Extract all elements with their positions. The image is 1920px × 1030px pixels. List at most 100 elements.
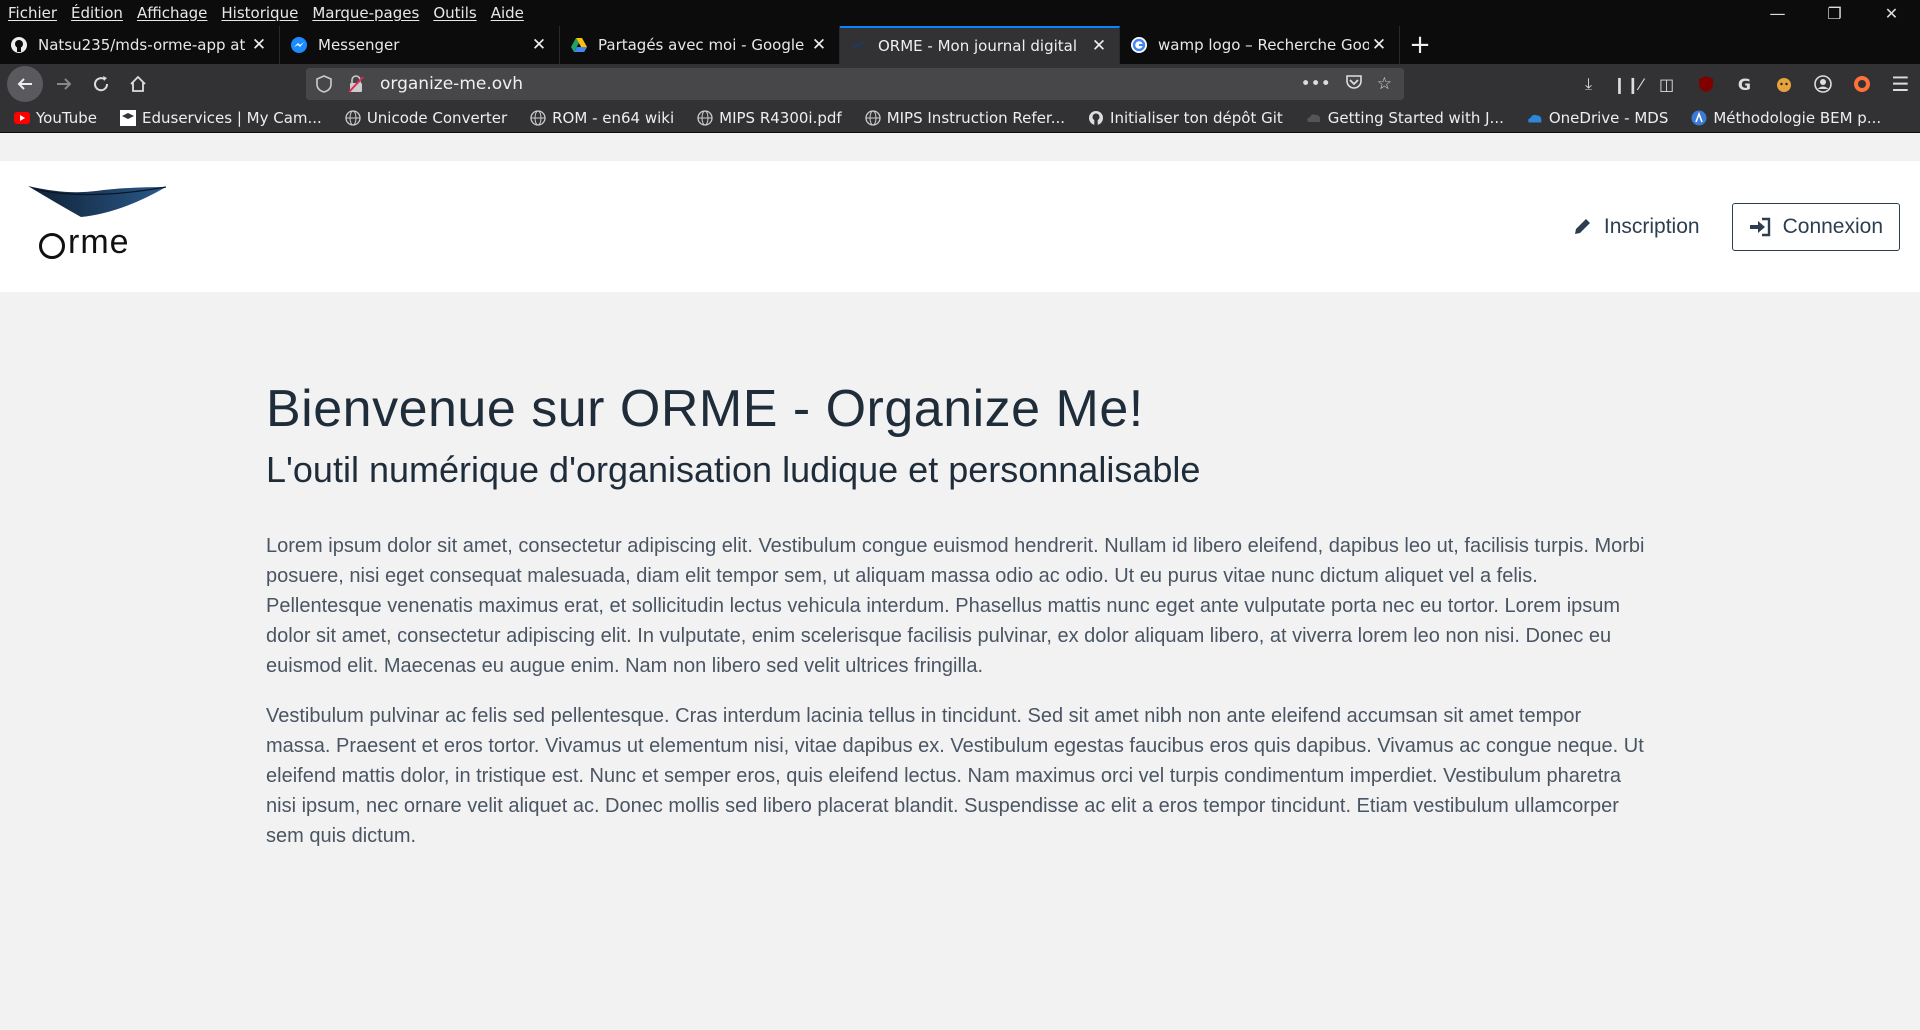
fox-extension-icon[interactable] <box>1764 75 1803 93</box>
github-icon <box>10 36 28 54</box>
library-icon[interactable]: ❙❙⁄ <box>1608 75 1647 94</box>
bookmark-item[interactable]: Initialiser ton dépôt Git <box>1074 109 1292 127</box>
tab-google-search[interactable]: wamp logo – Recherche Googl ✕ <box>1120 26 1400 64</box>
globe-icon <box>345 110 361 126</box>
tab-github[interactable]: Natsu235/mds-orme-app at m ✕ <box>0 26 280 64</box>
menu-marque-pages[interactable]: Marque-pages <box>305 4 426 22</box>
bookmark-item[interactable]: Eduservices | My Cam... <box>106 109 331 127</box>
sign-in-icon <box>1749 217 1771 237</box>
reload-icon <box>94 76 109 92</box>
tab-title: ORME - Mon journal digital <box>878 37 1077 55</box>
intro-paragraph: Lorem ipsum dolor sit amet, consectetur … <box>266 535 1645 678</box>
bookmark-label: YouTube <box>36 109 97 127</box>
github-icon <box>1088 110 1104 126</box>
web-page: rme Inscription Connexion Bienvenue sur … <box>0 161 1920 1030</box>
bookmark-item[interactable]: Méthodologie BEM p... <box>1677 109 1890 127</box>
globe-icon <box>530 110 546 126</box>
firefox-monitor-icon[interactable] <box>1842 75 1881 93</box>
bookmark-star-icon[interactable]: ☆ <box>1377 74 1392 94</box>
register-link[interactable]: Inscription <box>1552 204 1720 250</box>
youtube-icon <box>14 110 30 126</box>
shield-icon[interactable] <box>316 75 338 93</box>
bookmark-item[interactable]: Getting Started with J... <box>1292 109 1513 127</box>
bookmark-label: MIPS R4300i.pdf <box>719 109 842 127</box>
toolbar-extensions: ⤓ ❙❙⁄ ◫ G ☰ <box>1569 64 1920 104</box>
arrow-left-icon <box>17 78 32 90</box>
pocket-icon[interactable] <box>1345 73 1363 96</box>
bookmark-item[interactable]: Unicode Converter <box>331 109 516 127</box>
hamburger-menu-icon[interactable]: ☰ <box>1881 72 1920 96</box>
globe-icon <box>865 110 881 126</box>
bookmark-label: OneDrive - MDS <box>1548 109 1669 127</box>
menu-edition[interactable]: Édition <box>64 4 130 22</box>
intro-paragraph: Vestibulum pulvinar ac felis sed pellent… <box>266 705 1644 848</box>
window-controls: — ❐ ✕ <box>1749 0 1920 26</box>
tab-title: Natsu235/mds-orme-app at m <box>38 36 249 54</box>
tab-messenger[interactable]: Messenger ✕ <box>280 26 560 64</box>
minimize-icon[interactable]: — <box>1749 0 1806 26</box>
bookmark-item[interactable]: MIPS R4300i.pdf <box>683 109 851 127</box>
feather-icon <box>28 186 167 217</box>
page-actions-icon[interactable]: ••• <box>1301 74 1331 94</box>
google-icon <box>1130 36 1148 54</box>
orme-feather-icon <box>850 37 868 55</box>
close-tab-icon[interactable]: ✕ <box>249 35 269 55</box>
bookmark-label: ROM - en64 wiki <box>552 109 675 127</box>
url-text[interactable]: organize-me.ovh <box>380 74 1301 94</box>
close-window-icon[interactable]: ✕ <box>1863 0 1920 26</box>
ublock-icon[interactable] <box>1686 75 1725 93</box>
pencil-icon <box>1572 217 1592 237</box>
menu-affichage[interactable]: Affichage <box>130 4 214 22</box>
globe-icon <box>697 110 713 126</box>
bookmark-item[interactable]: ROM - en64 wiki <box>516 109 683 127</box>
new-tab-button[interactable]: + <box>1400 26 1440 64</box>
menu-fichier[interactable]: Fichier <box>0 4 64 22</box>
eduservices-icon <box>120 110 136 126</box>
close-tab-icon[interactable]: ✕ <box>809 35 829 55</box>
main-content: Bienvenue sur ORME - Organize Me! L'outi… <box>266 380 1646 851</box>
close-tab-icon[interactable]: ✕ <box>1369 35 1389 55</box>
bookmark-label: MIPS Instruction Refer... <box>886 109 1066 127</box>
tab-orme[interactable]: ORME - Mon journal digital ✕ <box>840 26 1120 64</box>
arrow-right-icon <box>57 78 72 90</box>
home-button[interactable] <box>122 68 154 100</box>
forward-button[interactable] <box>48 68 80 100</box>
page-title: Bienvenue sur ORME - Organize Me! <box>266 380 1144 438</box>
bem-icon <box>1691 110 1707 126</box>
bookmark-item[interactable]: MIPS Instruction Refer... <box>851 109 1074 127</box>
bookmark-item[interactable]: YouTube <box>0 109 106 127</box>
cloud-icon <box>1306 110 1322 126</box>
tab-title: Messenger <box>318 36 400 54</box>
tab-google-drive[interactable]: Partagés avec moi - Google Dr ✕ <box>560 26 840 64</box>
menu-outils[interactable]: Outils <box>426 4 483 22</box>
logo-o-icon <box>39 233 65 259</box>
navigation-toolbar: organize-me.ovh ••• ☆ ⤓ ❙❙⁄ ◫ G ☰ <box>0 64 1920 104</box>
reload-button[interactable] <box>85 68 117 100</box>
restore-icon[interactable]: ❐ <box>1806 0 1863 26</box>
google-drive-icon <box>570 36 588 54</box>
onedrive-icon <box>1527 110 1543 126</box>
sidebar-icon[interactable]: ◫ <box>1647 75 1686 94</box>
tab-title: Partagés avec moi - Google Dr <box>598 36 809 54</box>
page-subtitle: L'outil numérique d'organisation ludique… <box>266 449 1201 491</box>
address-bar[interactable]: organize-me.ovh ••• ☆ <box>306 68 1404 100</box>
bookmark-item[interactable]: OneDrive - MDS <box>1513 109 1678 127</box>
register-label: Inscription <box>1603 215 1700 238</box>
logo-text: rme <box>68 223 130 261</box>
download-icon[interactable]: ⤓ <box>1569 74 1608 94</box>
close-tab-icon[interactable]: ✕ <box>1089 36 1109 56</box>
tab-bar: Natsu235/mds-orme-app at m ✕ Messenger ✕… <box>0 26 1920 64</box>
grammarly-icon[interactable]: G <box>1725 75 1764 94</box>
menu-historique[interactable]: Historique <box>214 4 305 22</box>
back-button[interactable] <box>7 66 43 102</box>
login-button[interactable]: Connexion <box>1731 203 1900 251</box>
orme-logo[interactable]: rme <box>26 183 171 273</box>
insecure-lock-icon[interactable] <box>348 75 370 93</box>
site-nav: Inscription Connexion <box>1552 203 1900 251</box>
account-icon[interactable] <box>1803 75 1842 93</box>
bookmark-label: Unicode Converter <box>366 109 508 127</box>
bookmark-label: Getting Started with J... <box>1327 109 1504 127</box>
menu-aide[interactable]: Aide <box>484 4 531 22</box>
bookmark-label: Eduservices | My Cam... <box>142 109 322 127</box>
close-tab-icon[interactable]: ✕ <box>529 35 549 55</box>
